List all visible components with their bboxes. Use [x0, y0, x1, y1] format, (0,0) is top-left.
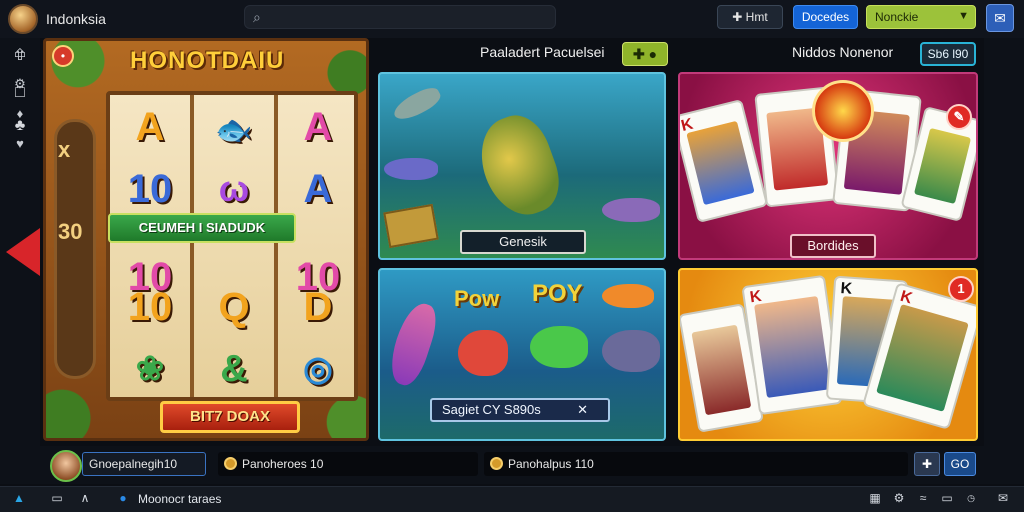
horseshoe-symbol: ω	[218, 168, 250, 209]
copy-icon[interactable]: ▭	[10, 44, 30, 64]
dropdown-label: Nonckie	[875, 10, 919, 24]
slot-symbol: D	[303, 285, 333, 329]
coin-icon	[224, 457, 237, 470]
spin-button[interactable]: BIT7 DOAX	[160, 401, 300, 433]
card1-badge: ✎	[946, 104, 972, 130]
fish-decoration	[602, 284, 654, 308]
fish-decoration	[384, 158, 438, 180]
chevron-down-icon: ▼	[958, 10, 969, 22]
app-logo[interactable]	[8, 4, 38, 34]
fish-slot-button-label: Sagiet CY S890s	[442, 402, 541, 417]
notification-icon[interactable]: ♦	[10, 104, 30, 124]
wifi-icon[interactable]: ≈	[914, 489, 932, 507]
search-bar[interactable]: ⌕	[244, 5, 556, 29]
card-game-button[interactable]: Bordides	[790, 234, 876, 258]
grid-icon[interactable]: ▦	[866, 489, 884, 507]
battery-icon[interactable]: ▭	[938, 489, 956, 507]
stat-points: Panohalpus 110	[484, 452, 908, 476]
fish-slot-card[interactable]: Pow POY Sagiet CY S890s ✕	[378, 268, 666, 441]
payline-value: 30	[58, 219, 83, 244]
chip-emblem	[812, 80, 874, 142]
slot-title: HONOTDAIU	[130, 47, 285, 74]
slot-symbol: 10	[127, 167, 173, 211]
username-field[interactable]: Gnoepalnegih10	[82, 452, 206, 476]
fish-decoration	[530, 326, 588, 368]
slot-symbol: A	[303, 167, 333, 211]
stat-balance: Panoheroes 10	[218, 452, 478, 476]
right-sidebar	[984, 38, 1024, 484]
stat-balance-text: Panoheroes 10	[242, 457, 324, 471]
notification-icon[interactable]: ✉	[994, 489, 1012, 507]
heart-icon[interactable]: ♥	[10, 134, 30, 154]
add-game-button[interactable]: ✚ ●	[622, 42, 668, 66]
app-icon[interactable]: ●	[114, 489, 132, 507]
fish-symbol: 🐟	[215, 114, 253, 147]
app-title: Indonksia	[46, 11, 106, 27]
close-icon: ✕	[577, 402, 588, 417]
slot-game-card[interactable]: • HONOTDAIU x 30 A 🐟 A 10 ω A 10 10 10 Q…	[43, 38, 369, 441]
status-add-button[interactable]: ✚	[914, 452, 940, 476]
fish-decoration	[602, 330, 660, 372]
avatar[interactable]	[50, 450, 82, 482]
leaf-symbol: ❀	[135, 350, 165, 388]
target-symbol: ◎	[303, 350, 333, 388]
slot-win-banner: CEUMEH I SIADUDK	[108, 213, 296, 243]
swirl-symbol: &	[220, 348, 248, 390]
reel-divider	[190, 95, 194, 397]
slot-symbol: 10	[127, 285, 173, 329]
slot-word: POY	[532, 280, 583, 307]
share-icon[interactable]: ∧	[76, 489, 94, 507]
taskbar-app-label[interactable]: Moonocr taraes	[138, 492, 221, 506]
crate-decoration	[383, 203, 439, 249]
chat-icon[interactable]: ▭	[48, 489, 66, 507]
stat-points-text: Panohalpus 110	[508, 457, 594, 471]
go-button[interactable]: GO	[944, 452, 976, 476]
account-dropdown[interactable]: Nonckie ▼	[866, 5, 976, 29]
card-game-tile[interactable]: K ✎ Bordides	[678, 72, 978, 260]
section-title-left: Paaladert Pacuelsei	[480, 44, 605, 60]
playing-card: K	[680, 98, 769, 224]
clock-icon[interactable]: ◷	[962, 489, 980, 507]
reel-divider	[274, 95, 278, 397]
section-title-right: Niddos Nonenor	[792, 44, 894, 60]
settings-icon[interactable]: ⚙	[890, 489, 908, 507]
docedes-button[interactable]: Docedes	[793, 5, 858, 29]
fishing-game-button[interactable]: Genesik	[460, 230, 586, 254]
coin-icon	[490, 457, 503, 470]
slot-symbol: Q	[218, 285, 250, 329]
previous-arrow-icon[interactable]	[6, 228, 40, 276]
big-fish-decoration	[469, 107, 569, 225]
fish-decoration	[602, 198, 660, 222]
fish-decoration	[390, 83, 444, 125]
fish-decoration	[383, 298, 443, 390]
slot-notification-badge: •	[52, 45, 74, 67]
score-badge[interactable]: Sb6 l90	[920, 42, 976, 66]
slot-symbol: A	[135, 105, 165, 149]
start-icon[interactable]: ▲	[10, 489, 28, 507]
slot-reels: A 🐟 A 10 ω A 10 10 10 Q D ❀ & ◎	[106, 91, 358, 401]
search-icon: ⌕	[253, 9, 261, 25]
poker-game-tile[interactable]: K K K 1	[678, 268, 978, 441]
chat-icon: ✉	[994, 9, 1006, 26]
slot-symbol: A	[303, 105, 333, 149]
fish-slot-button[interactable]: Sagiet CY S890s ✕	[430, 398, 610, 422]
fishing-game-card[interactable]: Genesik	[378, 72, 666, 260]
settings-icon[interactable]: ⚙	[10, 74, 30, 94]
chat-button[interactable]: ✉	[986, 4, 1014, 32]
fish-decoration	[458, 330, 508, 376]
add-button[interactable]: ✚ Hmt	[717, 5, 783, 29]
slot-word: Pow	[454, 286, 500, 311]
payline-multiplier: x	[58, 137, 71, 162]
poker-badge: 1	[948, 276, 974, 302]
